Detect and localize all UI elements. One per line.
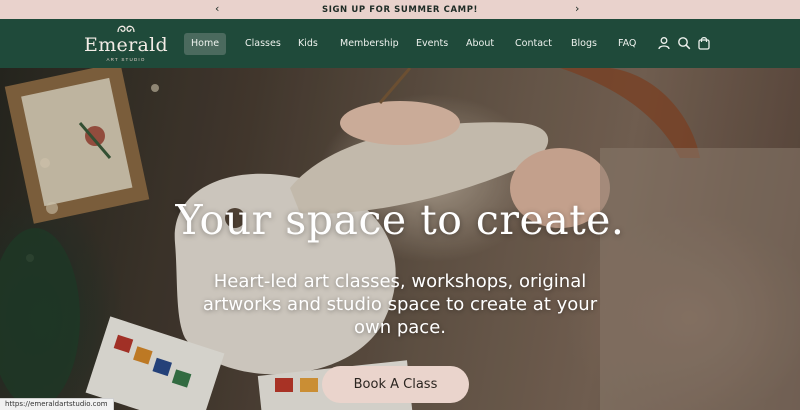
nav-item-classes[interactable]: Classes [245, 33, 281, 55]
hero-title: Your space to create. [175, 196, 625, 244]
search-icon[interactable] [677, 36, 691, 50]
logo[interactable]: Emerald ART STUDIO [84, 22, 168, 66]
nav-item-kids[interactable]: Kids [298, 33, 318, 55]
announcement-text[interactable]: SIGN UP FOR SUMMER CAMP! [322, 5, 478, 15]
chevron-right-icon[interactable]: › [575, 2, 579, 16]
site-header: Emerald ART STUDIO Home Classes Kids Mem… [0, 19, 800, 68]
nav-item-contact[interactable]: Contact [515, 33, 552, 55]
nav-item-home[interactable]: Home [184, 33, 227, 55]
announcement-bar: ‹ SIGN UP FOR SUMMER CAMP! › [0, 0, 800, 19]
chevron-left-icon[interactable]: ‹ [215, 2, 219, 16]
hero-section: Your space to create. Heart-led art clas… [0, 68, 800, 410]
nav-item-about[interactable]: About [466, 33, 494, 55]
brand-tagline: ART STUDIO [106, 57, 146, 62]
cart-icon[interactable] [697, 36, 711, 50]
nav-item-membership[interactable]: Membership [340, 33, 399, 55]
nav-item-events[interactable]: Events [416, 33, 448, 55]
hero-subtitle: Heart-led art classes, workshops, origin… [202, 271, 598, 338]
nav-item-blogs[interactable]: Blogs [571, 33, 597, 55]
book-a-class-button[interactable]: Book A Class [322, 366, 469, 403]
status-bar-url: https://emeraldartstudio.com [0, 398, 114, 410]
account-icon[interactable] [657, 36, 671, 50]
brand-name: Emerald [84, 34, 168, 56]
nav-item-faq[interactable]: FAQ [618, 33, 636, 55]
